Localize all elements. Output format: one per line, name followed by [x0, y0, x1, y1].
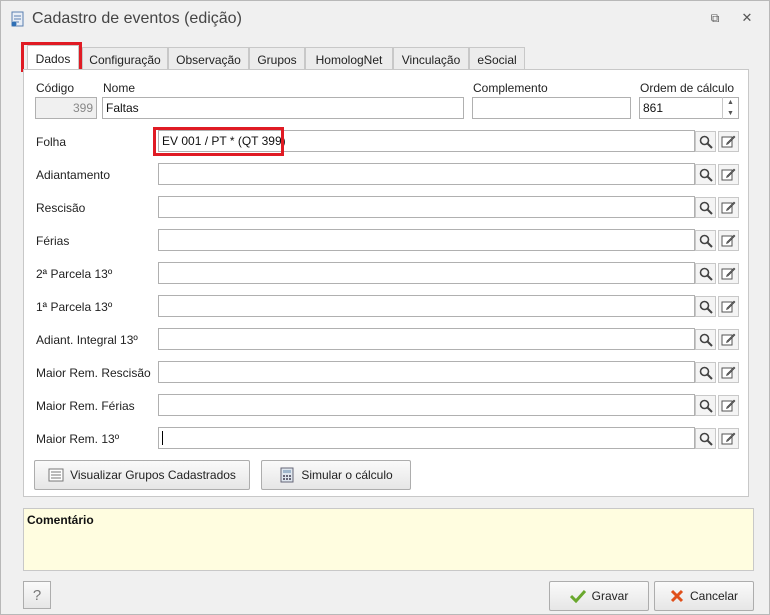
- calculator-icon: [280, 467, 294, 483]
- segunda-parcela-13-field[interactable]: [158, 262, 695, 284]
- app-document-icon: [11, 11, 24, 27]
- primeira-parcela-13-field[interactable]: [158, 295, 695, 317]
- complemento-label: Complemento: [473, 81, 548, 95]
- tab-label: Vinculação: [401, 52, 461, 67]
- tab-esocial[interactable]: eSocial: [469, 47, 525, 71]
- comentario-textarea[interactable]: Comentário: [23, 508, 754, 571]
- tab-homolognet[interactable]: HomologNet: [305, 47, 393, 71]
- tab-configuracao[interactable]: Configuração: [82, 47, 168, 71]
- search-icon[interactable]: [695, 263, 716, 284]
- search-icon[interactable]: [695, 164, 716, 185]
- rescisao-label: Rescisão: [36, 201, 86, 215]
- tab-label: HomologNet: [315, 52, 383, 67]
- spin-up-icon[interactable]: ▲: [723, 97, 738, 108]
- search-icon[interactable]: [695, 296, 716, 317]
- search-icon[interactable]: [695, 197, 716, 218]
- segunda-parcela-13-label: 2ª Parcela 13º: [36, 267, 113, 281]
- gravar-label: Gravar: [591, 589, 629, 603]
- window-title: Cadastro de eventos (edição): [32, 10, 242, 27]
- primeira-parcela-13-label: 1ª Parcela 13º: [36, 300, 113, 314]
- help-button[interactable]: ?: [23, 581, 51, 609]
- edit-icon[interactable]: [718, 296, 739, 317]
- ordem-spinner[interactable]: ▲ ▼: [722, 97, 738, 119]
- search-icon[interactable]: [695, 362, 716, 383]
- ordem-calculo-label: Ordem de cálculo: [640, 81, 735, 95]
- search-icon[interactable]: [695, 395, 716, 416]
- folha-field[interactable]: EV 001 / PT * (QT 399): [158, 130, 695, 152]
- maior-rem-ferias-label: Maior Rem. Férias: [36, 399, 135, 413]
- tab-vinculacao[interactable]: Vinculação: [393, 47, 469, 71]
- restore-icon: ⧉: [710, 10, 720, 25]
- tab-label: eSocial: [477, 52, 517, 67]
- close-button[interactable]: ✕: [736, 9, 758, 27]
- complemento-field[interactable]: [472, 97, 631, 119]
- search-icon[interactable]: [695, 131, 716, 152]
- tab-label: Dados: [35, 52, 71, 66]
- simular-calculo-button[interactable]: Simular o cálculo: [261, 460, 411, 490]
- tab-observacao[interactable]: Observação: [168, 47, 249, 71]
- rescisao-field[interactable]: [158, 196, 695, 218]
- codigo-value: 399: [72, 101, 93, 115]
- edit-icon[interactable]: [718, 263, 739, 284]
- edit-icon[interactable]: [718, 362, 739, 383]
- search-icon[interactable]: [695, 428, 716, 449]
- adiant-integral-13-field[interactable]: [158, 328, 695, 350]
- nome-field[interactable]: Faltas: [102, 97, 464, 119]
- event-edit-window: Cadastro de eventos (edição) ⧉ ✕ Dados C…: [0, 0, 770, 615]
- folha-value: EV 001 / PT * (QT 399): [162, 134, 286, 148]
- maior-rem-ferias-field[interactable]: [158, 394, 695, 416]
- edit-icon[interactable]: [718, 131, 739, 152]
- spin-down-icon[interactable]: ▼: [723, 108, 738, 119]
- cancelar-button[interactable]: Cancelar: [654, 581, 754, 611]
- edit-icon[interactable]: [718, 164, 739, 185]
- checkmark-icon: [569, 589, 586, 603]
- tab-label: Observação: [176, 52, 241, 67]
- ordem-calculo-value: 861: [643, 101, 664, 115]
- title-bar: Cadastro de eventos (edição) ⧉ ✕: [1, 1, 769, 37]
- edit-icon[interactable]: [718, 428, 739, 449]
- maior-rem-rescisao-field[interactable]: [158, 361, 695, 383]
- text-cursor: [162, 431, 163, 445]
- edit-icon[interactable]: [718, 197, 739, 218]
- tab-grupos[interactable]: Grupos: [249, 47, 305, 71]
- codigo-field: 399: [35, 97, 97, 119]
- x-icon: [670, 589, 684, 603]
- comentario-label: Comentário: [27, 513, 94, 527]
- edit-icon[interactable]: [718, 230, 739, 251]
- search-icon[interactable]: [695, 329, 716, 350]
- restore-button[interactable]: ⧉: [704, 9, 726, 27]
- edit-icon[interactable]: [718, 395, 739, 416]
- cancelar-label: Cancelar: [689, 589, 739, 603]
- visualizar-grupos-label: Visualizar Grupos Cadastrados: [70, 468, 236, 482]
- search-icon[interactable]: [695, 230, 716, 251]
- gravar-button[interactable]: Gravar: [549, 581, 649, 611]
- close-icon: ✕: [741, 10, 753, 25]
- ferias-label: Férias: [36, 234, 70, 248]
- maior-rem-13-label: Maior Rem. 13º: [36, 432, 120, 446]
- edit-icon[interactable]: [718, 329, 739, 350]
- visualizar-grupos-button[interactable]: Visualizar Grupos Cadastrados: [34, 460, 250, 490]
- folha-label: Folha: [36, 135, 67, 149]
- ferias-field[interactable]: [158, 229, 695, 251]
- codigo-label: Código: [36, 81, 75, 95]
- list-icon: [48, 468, 64, 482]
- nome-label: Nome: [103, 81, 136, 95]
- tab-dados[interactable]: Dados: [27, 45, 79, 72]
- adiantamento-label: Adiantamento: [36, 168, 111, 182]
- maior-rem-13-field[interactable]: [158, 427, 695, 449]
- help-icon: ?: [32, 586, 42, 604]
- simular-calculo-label: Simular o cálculo: [301, 468, 393, 482]
- maior-rem-rescisao-label: Maior Rem. Rescisão: [36, 366, 151, 380]
- adiant-integral-13-label: Adiant. Integral 13º: [36, 333, 138, 347]
- adiantamento-field[interactable]: [158, 163, 695, 185]
- tab-label: Grupos: [257, 52, 297, 67]
- tab-label: Configuração: [89, 52, 161, 67]
- nome-value: Faltas: [106, 101, 139, 115]
